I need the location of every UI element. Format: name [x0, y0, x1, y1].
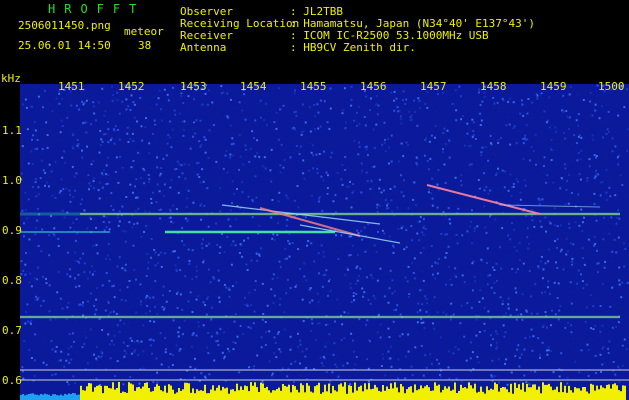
y-axis-unit: kHz [1, 72, 21, 85]
y-tick-label: 0.7 [2, 324, 22, 337]
x-tick-label: 1451 [58, 80, 85, 93]
x-tick-label: 1459 [540, 80, 567, 93]
y-tick-label: 1.1 [2, 124, 22, 137]
x-tick-label: 1457 [420, 80, 447, 93]
x-tick-label: 1458 [480, 80, 507, 93]
x-tick-label: 1452 [118, 80, 145, 93]
x-tick-label: 1500 [598, 80, 625, 93]
y-tick-label: 0.8 [2, 274, 22, 287]
y-tick-label: 1.0 [2, 174, 22, 187]
x-tick-label: 1456 [360, 80, 387, 93]
y-tick-label: 0.6 [2, 374, 22, 387]
plot-background [20, 84, 629, 400]
x-tick-label: 1454 [240, 80, 267, 93]
x-tick-label: 1455 [300, 80, 327, 93]
y-tick-label: 0.9 [2, 224, 22, 237]
x-tick-label: 1453 [180, 80, 207, 93]
spectrogram-plot[interactable] [0, 0, 629, 400]
